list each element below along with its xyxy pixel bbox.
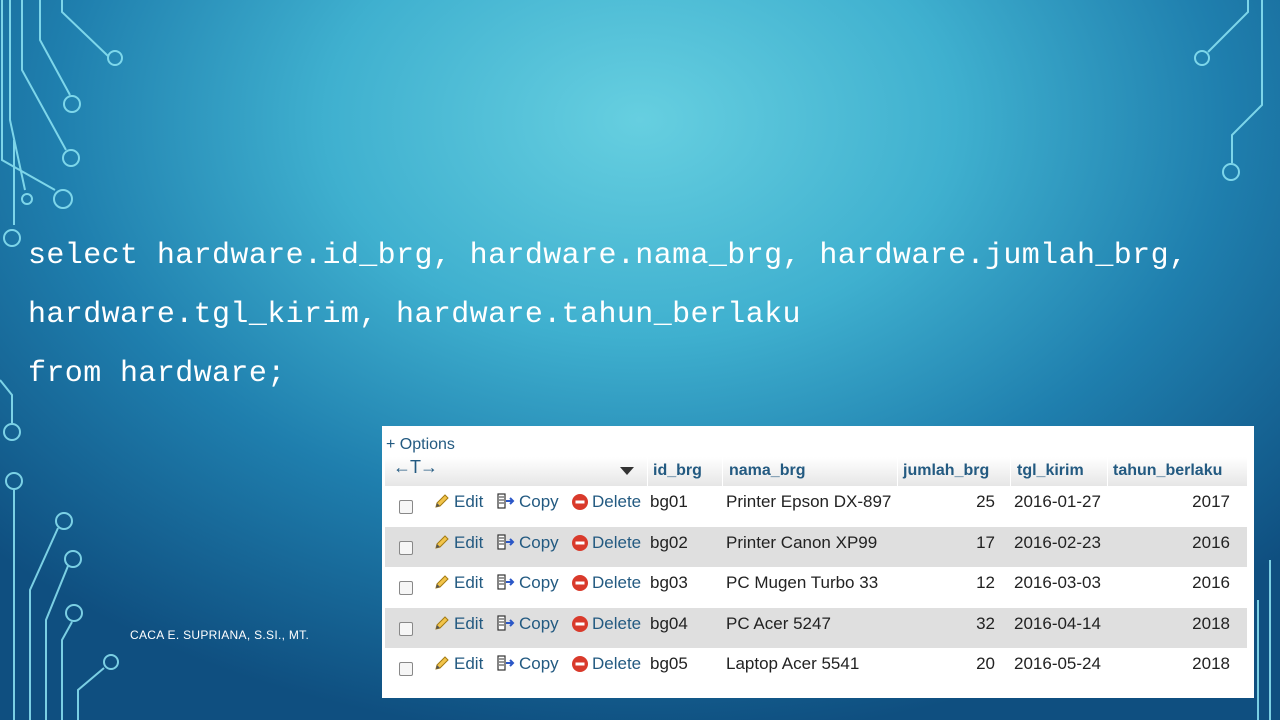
cell-tgl-kirim: 2016-03-03: [1014, 573, 1101, 592]
edit-link[interactable]: Edit: [433, 532, 483, 554]
cell-jumlah-brg: 12: [976, 573, 995, 592]
copy-label: Copy: [519, 492, 559, 511]
delete-icon: [572, 494, 588, 510]
pencil-icon: [435, 534, 449, 549]
row-checkbox[interactable]: [399, 540, 413, 555]
cell-id-brg: bg03: [650, 573, 688, 592]
cell-nama-brg: Printer Epson DX-897: [726, 492, 892, 511]
cell-tahun-berlaku: 2018: [1192, 613, 1230, 633]
delete-icon: [572, 575, 588, 591]
pencil-icon: [435, 575, 449, 589]
cell-tahun-berlaku: 2017: [1192, 492, 1230, 511]
edit-label: Edit: [454, 654, 484, 673]
edit-link[interactable]: Edit: [433, 572, 483, 594]
cell-jumlah-brg: 17: [976, 532, 995, 552]
delete-label: Delete: [592, 532, 642, 552]
cell-tgl-kirim: 2016-04-14: [1014, 613, 1101, 633]
delete-label: Delete: [592, 613, 642, 633]
copy-link[interactable]: Copy: [496, 491, 559, 513]
table-row: Edit Copy Delete bg04 PC Acer 5247 32 20…: [385, 607, 1247, 648]
cell-id-brg: bg05: [650, 654, 688, 673]
cell-tgl-kirim: 2016-05-24: [1014, 654, 1101, 673]
header-tahun-berlaku[interactable]: tahun_berlaku: [1113, 460, 1222, 486]
edit-link[interactable]: Edit: [433, 491, 483, 513]
table-row: Edit Copy Delete bg02 Printer Canon XP99…: [385, 526, 1247, 567]
copy-icon: [497, 614, 515, 631]
sql-line-2: hardware.tgl_kirim, hardware.tahun_berla…: [28, 298, 801, 332]
cell-id-brg: bg02: [650, 532, 688, 552]
copy-label: Copy: [519, 613, 559, 633]
header-jumlah-brg[interactable]: jumlah_brg: [903, 460, 989, 486]
table-header: ←T→ id_brg nama_brg jumlah_brg tgl_kirim…: [385, 457, 1247, 486]
table-row: Edit Copy Delete bg05 Laptop Acer 5541 2…: [385, 648, 1247, 688]
row-checkbox[interactable]: [399, 621, 413, 636]
author-credit: CACA E. SUPRIANA, S.SI., MT.: [130, 628, 310, 642]
query-result-panel: + Options ←T→ id_brg nama_brg jumlah_brg…: [382, 426, 1254, 698]
delete-icon: [572, 534, 588, 551]
options-link[interactable]: + Options: [386, 436, 455, 454]
pencil-icon: [435, 656, 449, 670]
copy-label: Copy: [519, 573, 559, 592]
edit-label: Edit: [454, 532, 484, 552]
header-id-brg[interactable]: id_brg: [653, 460, 702, 486]
cell-nama-brg: Printer Canon XP99: [726, 532, 878, 552]
row-checkbox[interactable]: [399, 500, 413, 514]
cell-tgl-kirim: 2016-02-23: [1014, 532, 1101, 552]
cell-jumlah-brg: 32: [976, 613, 995, 633]
copy-icon: [497, 533, 515, 550]
pencil-icon: [435, 615, 449, 630]
copy-icon: [497, 655, 515, 671]
column-toggle-arrows[interactable]: ←T→: [393, 457, 438, 478]
edit-label: Edit: [454, 573, 484, 592]
delete-link[interactable]: Delete: [571, 532, 641, 554]
delete-icon: [572, 615, 588, 632]
cell-nama-brg: Laptop Acer 5541: [726, 654, 860, 673]
copy-link[interactable]: Copy: [496, 653, 559, 675]
header-tgl-kirim[interactable]: tgl_kirim: [1017, 460, 1084, 486]
delete-icon: [572, 656, 588, 672]
edit-label: Edit: [454, 492, 484, 511]
cell-nama-brg: PC Mugen Turbo 33: [726, 573, 879, 592]
table-row: Edit Copy Delete bg01 Printer Epson DX-8…: [385, 486, 1247, 526]
copy-link[interactable]: Copy: [496, 532, 559, 554]
sql-line-1: select hardware.id_brg, hardware.nama_br…: [28, 239, 1188, 273]
cell-nama-brg: PC Acer 5247: [726, 613, 831, 633]
cell-jumlah-brg: 25: [976, 492, 995, 511]
row-checkbox[interactable]: [399, 662, 413, 676]
cell-id-brg: bg01: [650, 492, 688, 511]
edit-label: Edit: [454, 613, 484, 633]
header-nama-brg[interactable]: nama_brg: [729, 460, 805, 486]
edit-link[interactable]: Edit: [433, 613, 483, 635]
edit-link[interactable]: Edit: [433, 653, 483, 675]
delete-label: Delete: [592, 573, 642, 592]
pencil-icon: [435, 494, 449, 508]
copy-link[interactable]: Copy: [496, 613, 559, 635]
delete-label: Delete: [592, 654, 642, 673]
table-row: Edit Copy Delete bg03 PC Mugen Turbo 33 …: [385, 567, 1247, 607]
sort-triangle-icon[interactable]: [620, 467, 634, 475]
delete-link[interactable]: Delete: [571, 613, 641, 635]
copy-link[interactable]: Copy: [496, 572, 559, 594]
copy-icon: [497, 493, 515, 509]
delete-link[interactable]: Delete: [571, 572, 641, 594]
cell-jumlah-brg: 20: [976, 654, 995, 673]
delete-link[interactable]: Delete: [571, 491, 641, 513]
cell-tgl-kirim: 2016-01-27: [1014, 492, 1101, 511]
cell-tahun-berlaku: 2018: [1192, 654, 1230, 673]
copy-icon: [497, 574, 515, 590]
delete-label: Delete: [592, 492, 642, 511]
delete-link[interactable]: Delete: [571, 653, 641, 675]
cell-tahun-berlaku: 2016: [1192, 573, 1230, 592]
row-checkbox[interactable]: [399, 581, 413, 595]
copy-label: Copy: [519, 532, 559, 552]
copy-label: Copy: [519, 654, 559, 673]
sql-line-3: from hardware;: [28, 357, 286, 391]
cell-id-brg: bg04: [650, 613, 688, 633]
cell-tahun-berlaku: 2016: [1192, 532, 1230, 552]
